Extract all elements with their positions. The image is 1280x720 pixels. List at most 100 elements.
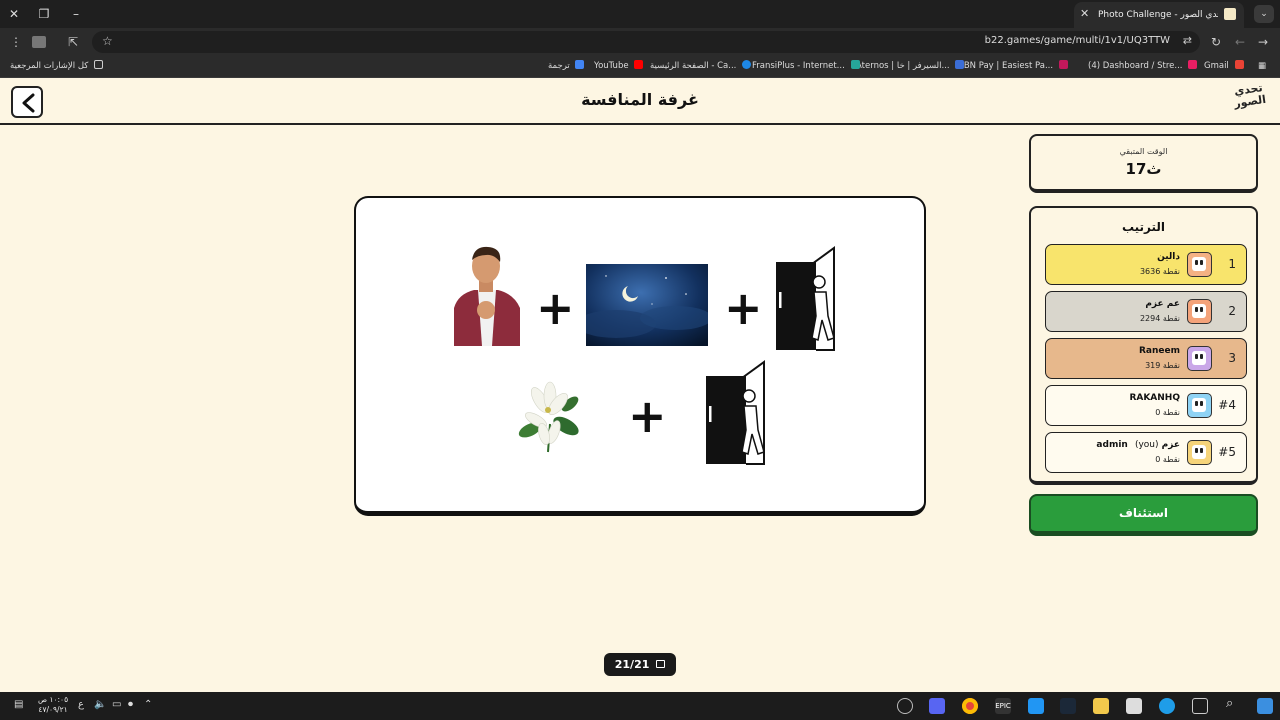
player-score: 0 نقطة: [1155, 408, 1180, 417]
translate-icon: [575, 60, 585, 69]
player-rank: #4: [1218, 398, 1236, 412]
clock-date: ٤٧/٠٩/٢١: [38, 705, 68, 714]
chrome-icon[interactable]: [962, 698, 978, 714]
start-icon[interactable]: [1257, 698, 1273, 714]
bookmark-fransiplus[interactable]: FransiPlus - Internet...: [752, 60, 860, 73]
address-bar-row: ⋮ ⇱ ☆ b22.games/game/multi/1v1/UQ3TTW ⇄ …: [0, 28, 1280, 56]
tab-title: Photo Challenge - تحدي الصور: [1098, 10, 1218, 20]
apps-grid-icon[interactable]: ▦: [1258, 60, 1266, 73]
player-row: 1 دالين 3636 نقطة: [1045, 244, 1247, 285]
player-avatar-icon: [1187, 346, 1212, 371]
reload-icon[interactable]: ↻: [1211, 33, 1221, 51]
clock[interactable]: ١٠:٠٥ ص ٤٧/٠٩/٢١: [38, 695, 68, 715]
tray-chevron-icon[interactable]: ⌃: [144, 699, 152, 710]
youtube-icon: [634, 60, 644, 69]
player-name: Raneem: [1139, 346, 1180, 356]
bookmark-label: ABN Pay | Easiest Pa...: [958, 61, 1054, 71]
player-score: 319 نقطة: [1145, 361, 1180, 370]
bookmark-star-icon[interactable]: ☆: [102, 34, 113, 48]
home-icon: [742, 60, 752, 69]
menu-icon[interactable]: ⋮: [10, 33, 22, 51]
close-window-icon[interactable]: ✕: [4, 4, 24, 24]
page-title: غرفة المنافسة: [581, 90, 699, 109]
browser-tab[interactable]: ✕ Photo Challenge - تحدي الصور: [1074, 2, 1244, 28]
stream-icon: [1188, 60, 1198, 69]
tab-favicon-icon: [1224, 8, 1236, 20]
player-name-prefix: admin: [1096, 440, 1128, 450]
player-name: admin (you) عزم: [1096, 440, 1180, 450]
language-indicator[interactable]: ع: [78, 699, 84, 710]
bookmark-label: YouTube: [594, 61, 629, 71]
restore-window-icon[interactable]: ❐: [34, 4, 54, 24]
edge-icon[interactable]: [1159, 698, 1175, 714]
aternos-icon: [955, 60, 965, 69]
player-name: RAKANHQ: [1129, 393, 1180, 403]
exit-door-icon: [776, 246, 835, 351]
gmail-icon: [1234, 60, 1244, 69]
bookmark-youtube[interactable]: YouTube: [594, 60, 644, 73]
bookmark-abn-pay[interactable]: ABN Pay | Easiest Pa...: [958, 60, 1068, 73]
image-icon: [656, 660, 666, 668]
battlenet-icon[interactable]: [1028, 698, 1044, 714]
question-counter: 21/21: [604, 653, 676, 676]
clock-time: ١٠:٠٥ ص: [38, 695, 69, 704]
omnibox[interactable]: ☆ b22.games/game/multi/1v1/UQ3TTW ⇄: [92, 31, 1200, 53]
player-row: 3 Raneem 319 نقطة: [1045, 338, 1247, 379]
folder-icon: [94, 60, 104, 69]
all-bookmarks-link[interactable]: كل الإشارات المرجعية: [10, 60, 104, 73]
search-icon[interactable]: ⌕: [1226, 696, 1233, 711]
bookmark-translate[interactable]: ترجمة: [548, 60, 585, 73]
file-explorer-icon[interactable]: [1093, 698, 1109, 714]
epic-games-icon[interactable]: EPIC: [995, 698, 1011, 714]
forward-icon[interactable]: ←: [1235, 33, 1245, 51]
app-icon-1[interactable]: [897, 698, 913, 714]
player-rank: #5: [1218, 445, 1236, 459]
close-tab-icon[interactable]: ✕: [1080, 7, 1089, 20]
bookmarks-bar: كل الإشارات المرجعية ▦ Gmail (4) Dashboa…: [0, 56, 1280, 78]
bookmark-label: FransiPlus - Internet...: [752, 61, 845, 71]
back-nav-icon[interactable]: →: [1258, 33, 1268, 51]
puzzle-card: + + +: [354, 196, 926, 516]
steam-icon[interactable]: [1060, 698, 1076, 714]
extension-icon[interactable]: [32, 36, 46, 48]
share-icon[interactable]: ⇱: [68, 33, 78, 51]
network-icon[interactable]: ▭: [112, 699, 121, 710]
tab-search-icon[interactable]: ⌄: [1254, 5, 1274, 23]
app-logo[interactable]: تحدي الصور: [1230, 81, 1270, 121]
ranking-panel: الترتيب 1 دالين 3636 نقطة 2 عم عزم 2294 …: [1029, 206, 1258, 485]
bookmark-gmail[interactable]: Gmail: [1204, 60, 1244, 73]
player-name-text: عزم: [1161, 440, 1180, 450]
microphone-icon[interactable]: ⏺: [128, 699, 133, 710]
exit-door-icon: [706, 360, 765, 465]
fransi-icon: [850, 60, 860, 69]
volume-icon[interactable]: 🔈: [94, 699, 106, 710]
bookmark-label: (4) Dashboard / Stre...: [1088, 61, 1183, 71]
player-score: 3636 نقطة: [1139, 267, 1180, 276]
player-row: #5 admin (you) عزم 0 نقطة: [1045, 432, 1247, 473]
player-rank: 3: [1228, 351, 1236, 365]
store-icon[interactable]: [1126, 698, 1142, 714]
timer-label: الوقت المتبقي: [1119, 147, 1168, 156]
url-text[interactable]: b22.games/game/multi/1v1/UQ3TTW: [985, 35, 1170, 46]
discord-icon[interactable]: [929, 698, 945, 714]
browser-tab-bar: ✕ ❐ – + ✕ Photo Challenge - تحدي الصور ⌄: [0, 0, 1280, 28]
player-rank: 1: [1228, 257, 1236, 271]
resume-button[interactable]: استئناف: [1029, 494, 1258, 536]
player-avatar-icon: [1187, 252, 1212, 277]
player-score: 2294 نقطة: [1139, 314, 1180, 323]
night-moon-sky-image: [586, 264, 708, 346]
minimize-window-icon[interactable]: –: [66, 4, 86, 24]
ranking-title: الترتيب: [1121, 220, 1166, 234]
player-row: 2 عم عزم 2294 نقطة: [1045, 291, 1247, 332]
bookmark-home[interactable]: الصفحة الرئيسية - Ca...: [650, 60, 752, 73]
bookmark-dashboard[interactable]: (4) Dashboard / Stre...: [1088, 60, 1198, 73]
player-avatar-icon: [1187, 393, 1212, 418]
task-view-icon[interactable]: [1192, 698, 1208, 714]
site-settings-icon[interactable]: ⇄: [1183, 34, 1192, 47]
bookmark-label: Gmail: [1204, 61, 1229, 71]
notification-icon[interactable]: ▤: [14, 699, 23, 710]
bookmark-aternos[interactable]: Aternos | السيرفر | خا...: [856, 60, 965, 73]
player-name: دالين: [1157, 252, 1180, 262]
player-avatar-icon: [1187, 299, 1212, 324]
bookmark-label: ترجمة: [548, 61, 570, 71]
